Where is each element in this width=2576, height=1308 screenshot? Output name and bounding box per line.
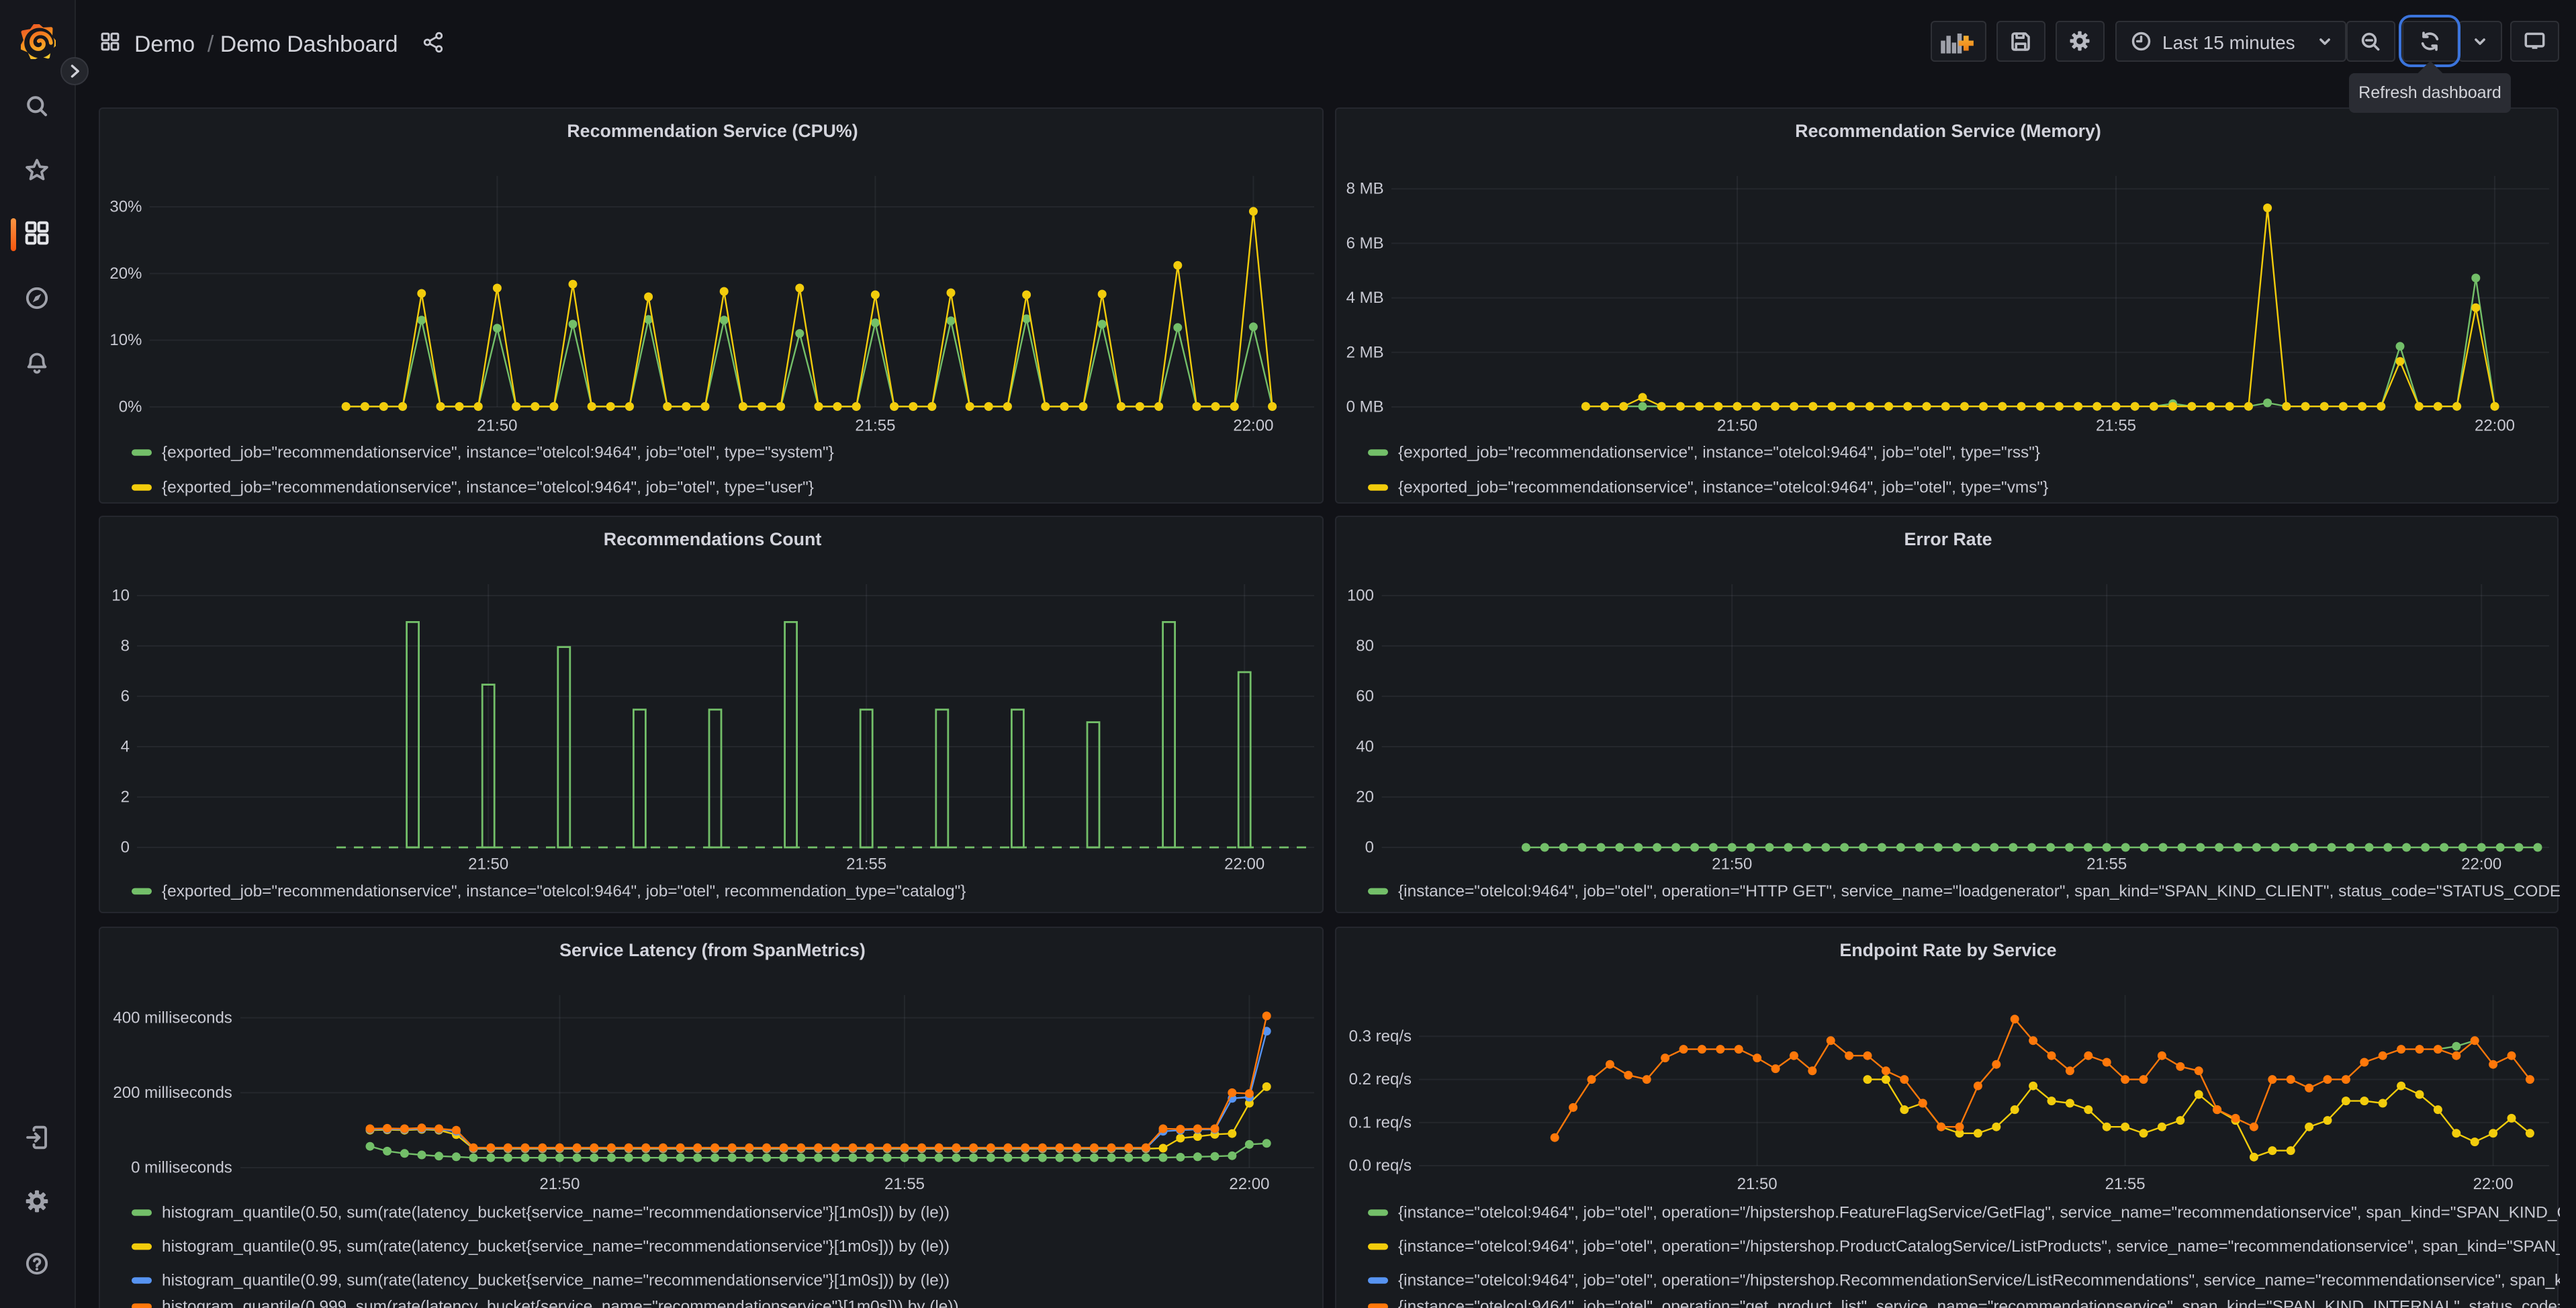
svg-text:histogram_quantile(0.95, sum(r: histogram_quantile(0.95, sum(rate(latenc… [162, 1237, 950, 1256]
svg-text:Service Latency (from SpanMetr: Service Latency (from SpanMetrics) [559, 940, 866, 960]
svg-text:{exported_job="recommendations: {exported_job="recommendationservice", i… [1398, 479, 2048, 497]
svg-text:2 MB: 2 MB [1346, 343, 1384, 361]
svg-text:0: 0 [1365, 839, 1374, 857]
svg-text:histogram_quantile(0.50, sum(r: histogram_quantile(0.50, sum(rate(latenc… [162, 1204, 950, 1222]
svg-text:21:55: 21:55 [2105, 1175, 2146, 1193]
svg-text:200 milliseconds: 200 milliseconds [113, 1084, 232, 1102]
svg-text:4 MB: 4 MB [1346, 289, 1384, 307]
svg-text:histogram_quantile(0.999, sum(: histogram_quantile(0.999, sum(rate(laten… [162, 1298, 959, 1308]
svg-text:Recommendation Service (Memory: Recommendation Service (Memory) [1795, 121, 2101, 141]
svg-text:22:00: 22:00 [2475, 417, 2515, 435]
svg-text:{instance="otelcol:9464", job=: {instance="otelcol:9464", job="otel", op… [1398, 882, 2560, 900]
svg-text:6: 6 [121, 688, 130, 706]
svg-text:Recommendations Count: Recommendations Count [604, 529, 822, 549]
svg-text:22:00: 22:00 [2473, 1175, 2514, 1193]
svg-text:Recommendation Service (CPU%): Recommendation Service (CPU%) [567, 121, 858, 141]
svg-text:20: 20 [1356, 788, 1374, 806]
svg-text:21:50: 21:50 [468, 855, 508, 874]
svg-text:{exported_job="recommendations: {exported_job="recommendationservice", i… [162, 882, 966, 900]
svg-text:0%: 0% [119, 398, 142, 416]
svg-text:21:50: 21:50 [1717, 417, 1757, 435]
svg-text:{instance="otelcol:9464", job=: {instance="otelcol:9464", job="otel", op… [1398, 1298, 2560, 1308]
svg-text:21:55: 21:55 [2086, 855, 2127, 874]
svg-text:0 milliseconds: 0 milliseconds [131, 1159, 232, 1177]
svg-text:8: 8 [121, 637, 130, 655]
svg-text:0: 0 [121, 839, 130, 857]
svg-text:21:50: 21:50 [477, 417, 517, 435]
svg-text:0.2 req/s: 0.2 req/s [1349, 1070, 1412, 1088]
svg-text:histogram_quantile(0.99, sum(r: histogram_quantile(0.99, sum(rate(latenc… [162, 1272, 950, 1290]
svg-text:6 MB: 6 MB [1346, 234, 1384, 252]
svg-text:21:55: 21:55 [884, 1175, 925, 1193]
svg-text:60: 60 [1356, 688, 1374, 706]
svg-text:{exported_job="recommendations: {exported_job="recommendationservice", i… [162, 479, 814, 497]
svg-text:Error Rate: Error Rate [1904, 529, 1992, 549]
svg-text:4: 4 [121, 738, 130, 756]
svg-text:{instance="otelcol:9464", job=: {instance="otelcol:9464", job="otel", op… [1398, 1204, 2560, 1222]
svg-text:22:00: 22:00 [1233, 417, 1273, 435]
svg-text:8 MB: 8 MB [1346, 180, 1384, 198]
svg-text:21:55: 21:55 [846, 855, 886, 874]
svg-text:21:55: 21:55 [2096, 417, 2136, 435]
svg-text:{instance="otelcol:9464", job=: {instance="otelcol:9464", job="otel", op… [1398, 1272, 2560, 1290]
svg-text:22:00: 22:00 [1229, 1175, 1269, 1193]
svg-text:{exported_job="recommendations: {exported_job="recommendationservice", i… [1398, 444, 2040, 462]
svg-text:22:00: 22:00 [2461, 855, 2501, 874]
svg-text:21:50: 21:50 [1712, 855, 1752, 874]
svg-text:0.1 req/s: 0.1 req/s [1349, 1113, 1412, 1131]
svg-text:Endpoint Rate by Service: Endpoint Rate by Service [1839, 940, 2056, 960]
svg-text:{instance="otelcol:9464", job=: {instance="otelcol:9464", job="otel", op… [1398, 1237, 2560, 1256]
svg-text:0.3 req/s: 0.3 req/s [1349, 1027, 1412, 1045]
svg-text:21:50: 21:50 [539, 1175, 580, 1193]
svg-text:0 MB: 0 MB [1346, 398, 1384, 416]
svg-text:2: 2 [121, 788, 130, 806]
svg-text:400 milliseconds: 400 milliseconds [113, 1009, 232, 1027]
svg-text:22:00: 22:00 [1224, 855, 1264, 874]
svg-text:{exported_job="recommendations: {exported_job="recommendationservice", i… [162, 444, 834, 462]
svg-text:20%: 20% [109, 265, 142, 283]
svg-text:30%: 30% [109, 198, 142, 216]
svg-text:21:55: 21:55 [855, 417, 895, 435]
svg-text:40: 40 [1356, 738, 1374, 756]
svg-text:21:50: 21:50 [1737, 1175, 1778, 1193]
svg-text:10: 10 [111, 587, 130, 605]
svg-text:0.0 req/s: 0.0 req/s [1349, 1157, 1412, 1175]
svg-text:80: 80 [1356, 637, 1374, 655]
svg-text:100: 100 [1347, 587, 1374, 605]
svg-text:10%: 10% [109, 331, 142, 349]
